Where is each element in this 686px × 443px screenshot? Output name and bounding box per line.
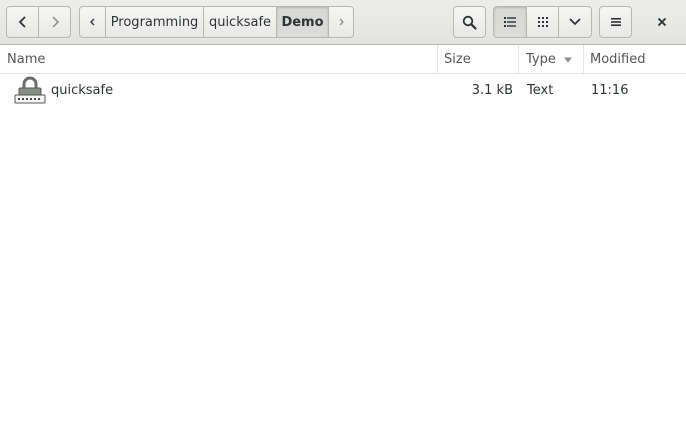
crumb-label: Demo (281, 14, 324, 30)
file-size: 3.1 kB (471, 83, 513, 98)
back-button[interactable] (6, 6, 39, 38)
file-type: Text (527, 83, 554, 98)
path-scroll-right-button[interactable] (328, 6, 354, 38)
lock-file-icon (14, 76, 46, 110)
column-size[interactable]: Size (444, 45, 471, 73)
column-divider[interactable] (518, 45, 519, 73)
crumb-label: Programming (110, 14, 199, 30)
scroll-right-icon (339, 18, 344, 26)
column-divider[interactable] (437, 45, 438, 73)
search-button[interactable] (453, 6, 486, 38)
path-bar: Programming quicksafe Demo (79, 6, 354, 38)
crumb-demo[interactable]: Demo (276, 6, 329, 38)
list-view-icon (504, 17, 516, 27)
column-name[interactable]: Name (7, 45, 45, 73)
column-type[interactable]: Type (526, 45, 573, 73)
file-list-empty-area[interactable] (0, 108, 686, 443)
forward-button[interactable] (38, 6, 71, 38)
grid-view-button[interactable] (526, 6, 559, 38)
file-name: quicksafe (51, 83, 114, 98)
crumb-programming[interactable]: Programming (105, 6, 204, 38)
file-modified: 11:16 (591, 83, 629, 98)
column-divider[interactable] (583, 45, 584, 73)
history-nav (6, 6, 71, 38)
column-modified[interactable]: Modified (590, 45, 645, 73)
file-row[interactable]: quicksafe 3.1 kB Text 11:16 (0, 74, 686, 108)
close-icon (657, 17, 667, 27)
sort-down-icon (564, 57, 572, 62)
back-icon (18, 16, 26, 28)
view-options-button[interactable] (558, 6, 592, 38)
column-type-label: Type (526, 52, 556, 67)
view-switcher (493, 6, 592, 38)
close-button[interactable] (646, 6, 678, 38)
search-icon (462, 15, 477, 30)
chevron-down-icon (569, 18, 581, 26)
crumb-label: quicksafe (208, 14, 272, 30)
crumb-quicksafe[interactable]: quicksafe (203, 6, 277, 38)
forward-icon (51, 16, 59, 28)
list-view-button[interactable] (493, 6, 527, 38)
scroll-left-icon (89, 18, 94, 26)
menu-icon (610, 18, 621, 26)
header-bar: Programming quicksafe Demo (0, 0, 686, 45)
menu-button[interactable] (599, 6, 632, 38)
column-header-row: Name Size Type Modified (0, 45, 686, 74)
grid-view-icon (537, 17, 548, 27)
path-scroll-left-button[interactable] (79, 6, 106, 38)
